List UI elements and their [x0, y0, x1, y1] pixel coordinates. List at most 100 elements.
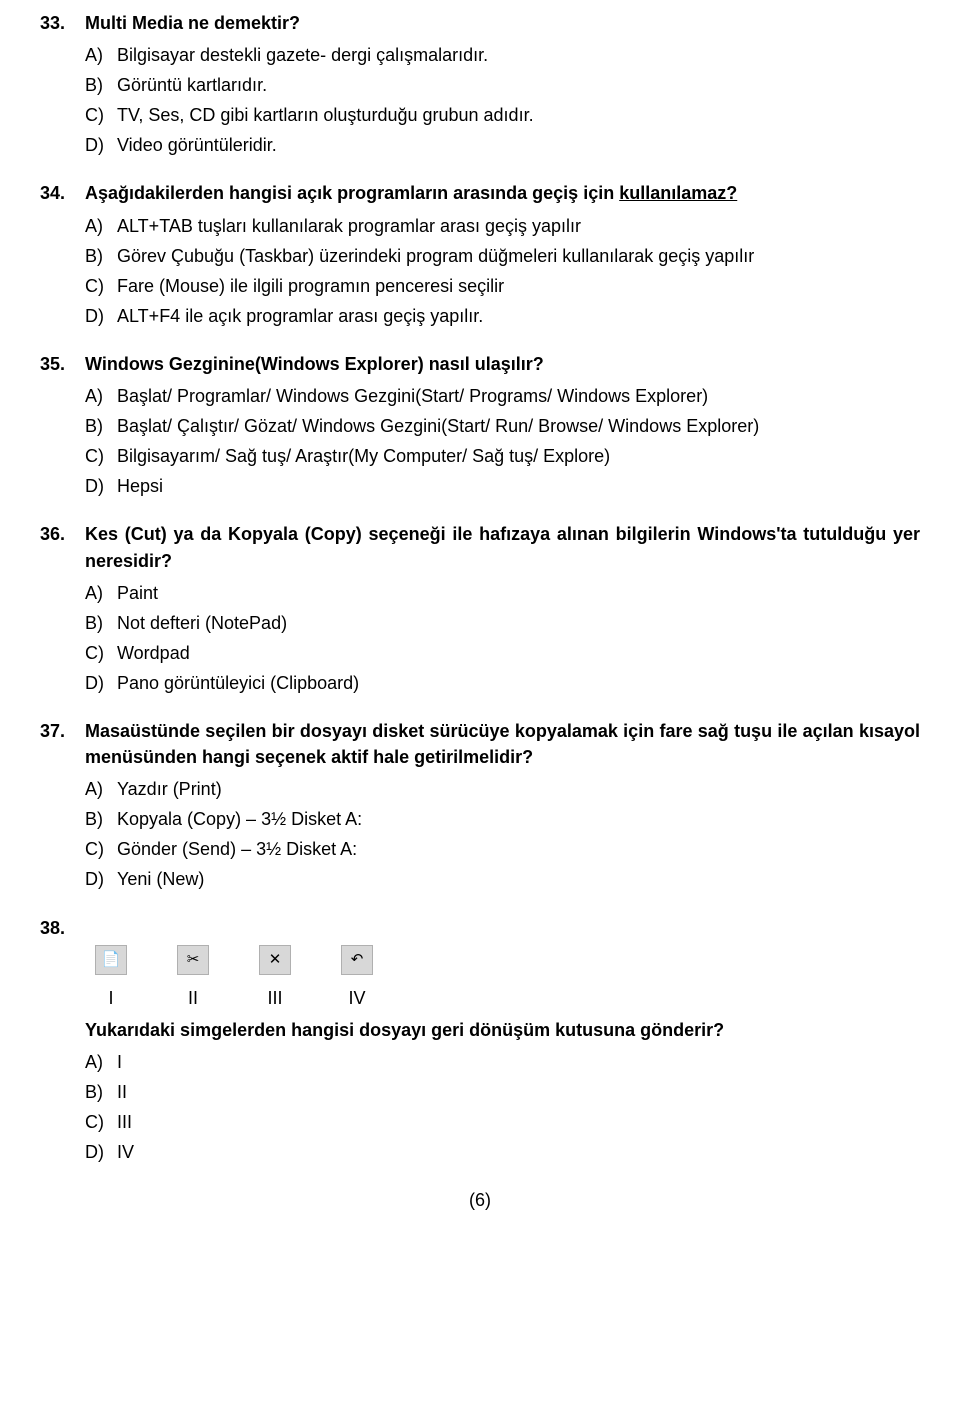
- option-text: Video görüntüleridir.: [117, 132, 920, 158]
- option-text: TV, Ses, CD gibi kartların oluşturduğu g…: [117, 102, 920, 128]
- option-label: D): [85, 670, 117, 696]
- undo-icon: ↶: [341, 945, 373, 975]
- option-label: A): [85, 1049, 117, 1075]
- option-label: D): [85, 1139, 117, 1165]
- option-d: D) Hepsi: [85, 473, 920, 499]
- question-number: 38.: [40, 915, 85, 941]
- option-label: C): [85, 273, 117, 299]
- question-34-header: 34. Aşağıdakilerden hangisi açık program…: [40, 180, 920, 206]
- option-label: C): [85, 640, 117, 666]
- question-38-header: 38.: [40, 915, 920, 941]
- question-33-options: A) Bilgisayar destekli gazete- dergi çal…: [40, 42, 920, 158]
- option-text: IV: [117, 1139, 920, 1165]
- option-text: Bilgisayarım/ Sağ tuş/ Araştır(My Comput…: [117, 443, 920, 469]
- option-d: D) Yeni (New): [85, 866, 920, 892]
- option-text: Kopyala (Copy) – 3½ Disket A:: [117, 806, 920, 832]
- option-text: Pano görüntüleyici (Clipboard): [117, 670, 920, 696]
- icon-cell-2: ✂ II: [167, 945, 219, 1011]
- option-b: B) Not defteri (NotePad): [85, 610, 920, 636]
- option-a: A) Paint: [85, 580, 920, 606]
- question-38: 38. 📄 I ✂ II ✕ III ↶ IV Yukarıdaki simge…: [40, 915, 920, 1166]
- option-label: D): [85, 866, 117, 892]
- question-38-prompt: Yukarıdaki simgelerden hangisi dosyayı g…: [40, 1017, 920, 1043]
- question-34-options: A) ALT+TAB tuşları kullanılarak programl…: [40, 213, 920, 329]
- option-text: Başlat/ Çalıştır/ Gözat/ Windows Gezgini…: [117, 413, 920, 439]
- option-text: Yeni (New): [117, 866, 920, 892]
- roman-label: IV: [348, 985, 365, 1011]
- option-label: C): [85, 836, 117, 862]
- roman-label: I: [108, 985, 113, 1011]
- option-label: C): [85, 443, 117, 469]
- option-a: A) Başlat/ Programlar/ Windows Gezgini(S…: [85, 383, 920, 409]
- question-33: 33. Multi Media ne demektir? A) Bilgisay…: [40, 10, 920, 158]
- question-text-pre: Aşağıdakilerden hangisi açık programları…: [85, 183, 619, 203]
- option-label: D): [85, 473, 117, 499]
- option-label: A): [85, 580, 117, 606]
- option-text: Bilgisayar destekli gazete- dergi çalışm…: [117, 42, 920, 68]
- option-label: B): [85, 72, 117, 98]
- option-text: Yazdır (Print): [117, 776, 920, 802]
- option-label: A): [85, 383, 117, 409]
- question-36-options: A) Paint B) Not defteri (NotePad) C) Wor…: [40, 580, 920, 696]
- option-c: C) Fare (Mouse) ile ilgili programın pen…: [85, 273, 920, 299]
- question-35-header: 35. Windows Gezginine(Windows Explorer) …: [40, 351, 920, 377]
- option-text: ALT+F4 ile açık programlar arası geçiş y…: [117, 303, 920, 329]
- option-text: Gönder (Send) – 3½ Disket A:: [117, 836, 920, 862]
- option-label: C): [85, 1109, 117, 1135]
- question-37-options: A) Yazdır (Print) B) Kopyala (Copy) – 3½…: [40, 776, 920, 892]
- option-text: III: [117, 1109, 920, 1135]
- question-34: 34. Aşağıdakilerden hangisi açık program…: [40, 180, 920, 328]
- option-label: A): [85, 213, 117, 239]
- option-a: A) Bilgisayar destekli gazete- dergi çal…: [85, 42, 920, 68]
- option-d: D) Pano görüntüleyici (Clipboard): [85, 670, 920, 696]
- question-text: Multi Media ne demektir?: [85, 10, 920, 36]
- question-36-header: 36. Kes (Cut) ya da Kopyala (Copy) seçen…: [40, 521, 920, 573]
- option-d: D) Video görüntüleridir.: [85, 132, 920, 158]
- icon-cell-4: ↶ IV: [331, 945, 383, 1011]
- question-38-icon-row: 📄 I ✂ II ✕ III ↶ IV: [40, 945, 920, 1011]
- option-label: B): [85, 243, 117, 269]
- option-c: C) Gönder (Send) – 3½ Disket A:: [85, 836, 920, 862]
- question-number: 33.: [40, 10, 85, 36]
- question-35-options: A) Başlat/ Programlar/ Windows Gezgini(S…: [40, 383, 920, 499]
- option-text: Başlat/ Programlar/ Windows Gezgini(Star…: [117, 383, 920, 409]
- option-b: B) Başlat/ Çalıştır/ Gözat/ Windows Gezg…: [85, 413, 920, 439]
- option-label: C): [85, 102, 117, 128]
- question-37: 37. Masaüstünde seçilen bir dosyayı disk…: [40, 718, 920, 893]
- page: 33. Multi Media ne demektir? A) Bilgisay…: [0, 0, 960, 1243]
- question-33-header: 33. Multi Media ne demektir?: [40, 10, 920, 36]
- roman-label: II: [188, 985, 198, 1011]
- question-number: 35.: [40, 351, 85, 377]
- option-label: B): [85, 1079, 117, 1105]
- question-35: 35. Windows Gezginine(Windows Explorer) …: [40, 351, 920, 499]
- option-d: D) IV: [85, 1139, 920, 1165]
- option-c: C) III: [85, 1109, 920, 1135]
- option-d: D) ALT+F4 ile açık programlar arası geçi…: [85, 303, 920, 329]
- cut-icon: ✂: [177, 945, 209, 975]
- question-38-options: A) I B) II C) III D) IV: [40, 1049, 920, 1165]
- option-label: D): [85, 303, 117, 329]
- option-a: A) ALT+TAB tuşları kullanılarak programl…: [85, 213, 920, 239]
- question-text: Kes (Cut) ya da Kopyala (Copy) seçeneği …: [85, 521, 920, 573]
- copy-icon: 📄: [95, 945, 127, 975]
- option-b: B) Görev Çubuğu (Taskbar) üzerindeki pro…: [85, 243, 920, 269]
- option-text: Görüntü kartlarıdır.: [117, 72, 920, 98]
- option-b: B) II: [85, 1079, 920, 1105]
- option-c: C) Bilgisayarım/ Sağ tuş/ Araştır(My Com…: [85, 443, 920, 469]
- question-36: 36. Kes (Cut) ya da Kopyala (Copy) seçen…: [40, 521, 920, 696]
- question-text: Masaüstünde seçilen bir dosyayı disket s…: [85, 718, 920, 770]
- option-text: ALT+TAB tuşları kullanılarak programlar …: [117, 213, 920, 239]
- option-text: Görev Çubuğu (Taskbar) üzerindeki progra…: [117, 243, 920, 269]
- question-number: 37.: [40, 718, 85, 744]
- option-c: C) Wordpad: [85, 640, 920, 666]
- option-text: I: [117, 1049, 920, 1075]
- question-text-underlined: kullanılamaz?: [619, 183, 737, 203]
- icon-cell-3: ✕ III: [249, 945, 301, 1011]
- page-number: (6): [40, 1187, 920, 1213]
- question-37-header: 37. Masaüstünde seçilen bir dosyayı disk…: [40, 718, 920, 770]
- question-number: 36.: [40, 521, 85, 547]
- question-number: 34.: [40, 180, 85, 206]
- option-label: A): [85, 42, 117, 68]
- question-text: Windows Gezginine(Windows Explorer) nası…: [85, 351, 920, 377]
- question-text: Aşağıdakilerden hangisi açık programları…: [85, 180, 920, 206]
